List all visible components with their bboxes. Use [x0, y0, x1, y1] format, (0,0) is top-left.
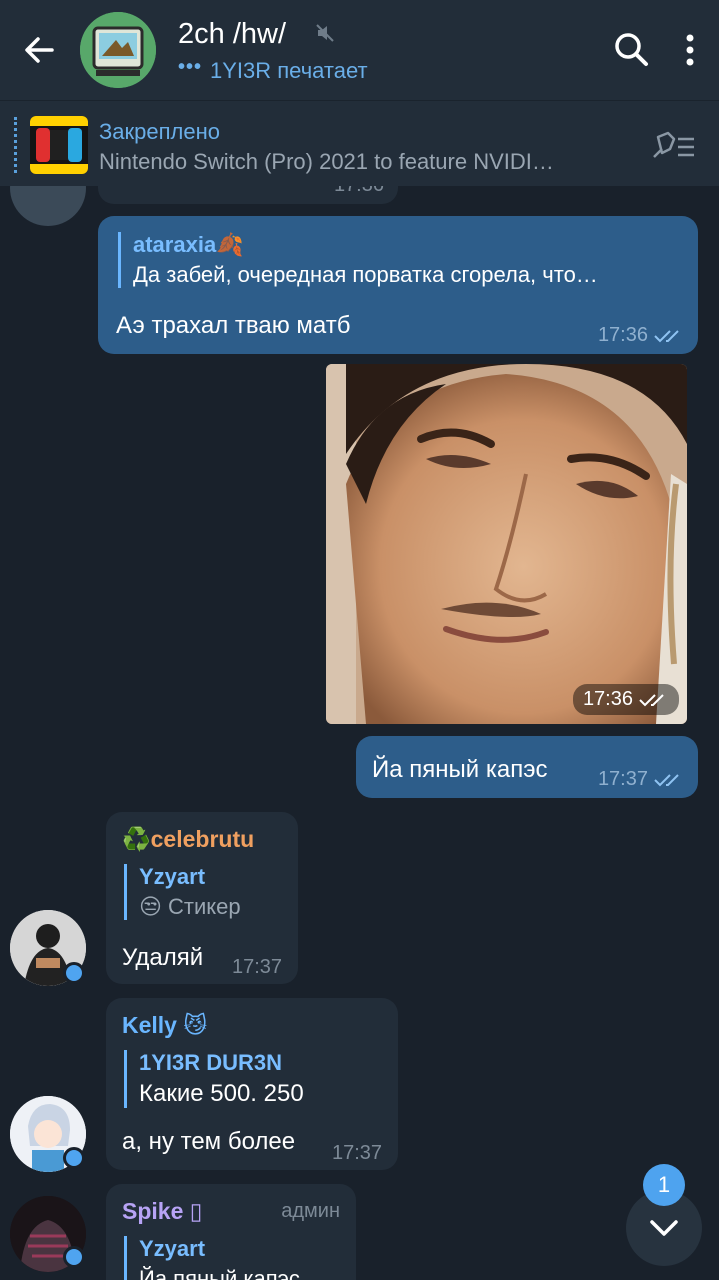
typing-dots-icon: •••	[178, 55, 203, 78]
message-bubble-outgoing[interactable]: ataraxia🍂 Да забей, очередная порватка с…	[98, 216, 698, 354]
reply-quote[interactable]: Yzyart Йа пяный капэс	[124, 1236, 344, 1280]
message-time: 17:36	[582, 688, 633, 710]
reply-author: 1YI3R DUR3N	[139, 1050, 283, 1075]
message-time: 17:37	[597, 768, 648, 790]
double-check-icon	[639, 693, 664, 706]
sender-name[interactable]: Kelly 😼	[122, 1012, 207, 1039]
reply-quote[interactable]: Yzyart 😒 Стикер	[124, 864, 284, 920]
reply-author: Yzyart	[139, 1236, 206, 1261]
pinned-text: Nintendo Switch (Pro) 2021 to feature NV…	[99, 149, 554, 174]
double-check-icon	[654, 773, 679, 786]
reply-author: ataraxia🍂	[133, 232, 244, 257]
online-indicator	[63, 1147, 85, 1169]
reply-text: Йа пяный капэс	[139, 1266, 300, 1280]
reply-author: Yzyart	[139, 864, 206, 889]
message-time: 17:37	[232, 956, 283, 978]
photo-meta: 17:36	[572, 684, 679, 715]
more-vertical-icon[interactable]	[676, 30, 704, 70]
message-meta: 17:36	[598, 324, 684, 347]
sender-name[interactable]: ♻️celebrutu	[122, 826, 254, 853]
chat-header: 2ch /hw/ ••• 1YI3R печатает	[0, 0, 719, 100]
typing-status: ••• 1YI3R печатает	[178, 55, 368, 84]
search-icon[interactable]	[612, 30, 652, 70]
reply-text: Какие 500. 250	[139, 1080, 304, 1107]
pinned-label: Закреплено	[99, 119, 220, 144]
unread-count-badge: 1	[643, 1164, 685, 1206]
double-check-icon	[654, 329, 679, 342]
reply-text: Да забей, очередная порватка сгорела, чт…	[133, 262, 598, 287]
message-text: Йа пяный капэс	[372, 756, 548, 783]
reply-quote[interactable]: 1YI3R DUR3N Какие 500. 250	[124, 1050, 384, 1108]
sender-name[interactable]: Spike ▯	[122, 1198, 202, 1225]
chat-avatar[interactable]	[80, 12, 156, 88]
pinned-indicator	[14, 117, 17, 173]
message-bubble-incoming[interactable]: Spike ▯ админ Yzyart Йа пяный капэс	[106, 1184, 356, 1280]
message-bubble-incoming[interactable]: ♻️celebrutu Yzyart 😒 Стикер Удаляй 17:37	[106, 812, 298, 984]
online-indicator	[63, 1246, 85, 1268]
message-time: 17:36	[597, 324, 648, 346]
message-bubble-outgoing[interactable]: Йа пяный капэс 17:37	[356, 736, 698, 798]
back-arrow-icon[interactable]	[18, 28, 62, 72]
message-text: Аэ трахал тваю матб	[116, 312, 351, 339]
chat-title[interactable]: 2ch /hw/	[178, 18, 286, 51]
pinned-thumbnail	[30, 116, 88, 174]
admin-badge: админ	[281, 1200, 340, 1222]
online-indicator	[63, 962, 85, 984]
message-meta: 17:37	[332, 1142, 382, 1165]
message-time: 17:37	[332, 1142, 383, 1164]
message-meta: 17:37	[598, 768, 684, 791]
photo-message[interactable]: 17:36	[326, 364, 687, 724]
photo-image[interactable]	[326, 364, 687, 724]
reply-quote[interactable]: ataraxia🍂 Да забей, очередная порватка с…	[118, 232, 683, 288]
message-meta: 17:37	[232, 956, 282, 979]
pinned-message-bar[interactable]: Закреплено Nintendo Switch (Pro) 2021 to…	[0, 100, 719, 186]
message-text: а, ну тем более	[122, 1128, 296, 1155]
message-bubble-incoming[interactable]: Kelly 😼 1YI3R DUR3N Какие 500. 250 а, ну…	[106, 998, 398, 1170]
muted-icon	[316, 24, 334, 42]
message-text: Удаляй	[122, 944, 204, 971]
reply-text: 😒 Стикер	[139, 894, 241, 919]
pin-list-icon[interactable]	[648, 127, 698, 167]
typing-text: 1YI3R печатает	[210, 58, 368, 83]
